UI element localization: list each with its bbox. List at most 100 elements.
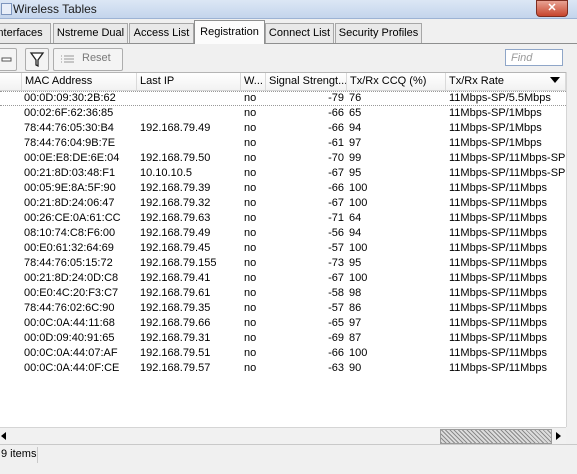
remove-button[interactable] — [0, 48, 17, 71]
tab-connect-list[interactable]: Connect List — [265, 23, 334, 43]
cell-ccq: 99 — [349, 152, 362, 164]
vertical-scrollbar[interactable] — [566, 72, 577, 427]
table-row[interactable]: 78:44:76:05:30:B4 192.168.79.49 no -66 94 11M… — [0, 121, 566, 136]
cell-mac: 00:02:6F:62:36:85 — [24, 107, 114, 119]
cell-mac: 00:21:8D:03:48:F1 — [24, 167, 116, 179]
column-header-ccq[interactable]: Tx/Rx CCQ (%) — [347, 73, 446, 90]
cell-signal: -67 — [328, 197, 344, 209]
cell-mac: 00:0E:E8:DE:6E:04 — [24, 152, 120, 164]
cell-w: no — [244, 302, 257, 314]
tab-interfaces[interactable]: Interfaces — [0, 23, 51, 43]
cell-w: no — [244, 107, 257, 119]
cell-rate: 11Mbps-SP/11Mbps — [449, 347, 548, 359]
cell-signal: -61 — [328, 137, 344, 149]
cell-ccq: 86 — [349, 302, 362, 314]
cell-mac: 78:44:76:05:15:72 — [24, 257, 113, 269]
table-row[interactable]: 00:05:9E:8A:5F:90 192.168.79.39 no -66 100 11… — [0, 181, 566, 196]
table-row[interactable]: 00:0E:E8:DE:6E:04 192.168.79.50 no -70 99 11M… — [0, 151, 566, 166]
reset-button[interactable]: Reset — [53, 48, 123, 71]
cell-signal: -67 — [328, 272, 344, 284]
cell-rate: 11Mbps-SP/1Mbps — [449, 107, 542, 119]
filter-icon — [29, 52, 45, 68]
cell-last-ip: 10.10.10.5 — [140, 167, 192, 179]
table-row[interactable]: 78:44:76:04:9B:7E no -61 97 11Mbps-SP/1Mbps — [0, 136, 566, 151]
table-row[interactable]: 00:02:6F:62:36:85 no -66 65 11Mbps-SP/1Mbps — [0, 106, 566, 121]
title-bar: Wireless Tables ✕ — [0, 0, 577, 19]
table-row[interactable]: 00:E0:61:32:64:69 192.168.79.45 no -57 100 11… — [0, 241, 566, 256]
column-header-rate[interactable]: Tx/Rx Rate — [446, 73, 566, 90]
cell-signal: -66 — [328, 347, 344, 359]
table-row[interactable]: 00:21:8D:03:48:F1 10.10.10.5 no -67 95 11Mbps… — [0, 166, 566, 181]
table-row[interactable]: 00:26:CE:0A:61:CC 192.168.79.63 no -71 64 11M… — [0, 211, 566, 226]
table-row[interactable]: 00:21:8D:24:06:47 192.168.79.32 no -67 100 11… — [0, 196, 566, 211]
cell-mac: 00:26:CE:0A:61:CC — [24, 212, 121, 224]
table-row[interactable]: 00:0C:0A:44:11:68 192.168.79.66 no -65 97 11M… — [0, 316, 566, 331]
cell-ccq: 100 — [349, 197, 368, 209]
cell-mac: 00:0D:09:30:2B:62 — [24, 92, 116, 104]
cell-mac: 00:21:8D:24:0D:C8 — [24, 272, 119, 284]
cell-signal: -79 — [328, 92, 344, 104]
status-divider — [37, 447, 38, 463]
cell-w: no — [244, 182, 257, 194]
cell-rate: 11Mbps-SP/11Mbps — [449, 242, 548, 254]
column-header-mac[interactable]: MAC Address — [22, 73, 137, 90]
status-bar: 9 items — [0, 444, 577, 465]
cell-last-ip: 192.168.79.41 — [140, 272, 211, 284]
cell-rate: 11Mbps-SP/11Mbps-SP — [449, 167, 566, 179]
cell-mac: 00:21:8D:24:06:47 — [24, 197, 115, 209]
table-row[interactable]: 00:21:8D:24:0D:C8 192.168.79.41 no -67 100 11… — [0, 271, 566, 286]
column-header-w[interactable]: W... — [241, 73, 266, 90]
column-header-last-ip[interactable]: Last IP — [137, 73, 241, 90]
cell-mac: 00:0D:09:40:91:65 — [24, 332, 115, 344]
horizontal-scrollbar[interactable] — [0, 427, 566, 444]
cell-last-ip: 192.168.79.39 — [140, 182, 211, 194]
scroll-right-icon[interactable] — [556, 432, 561, 440]
item-count: 9 items — [1, 448, 37, 460]
cell-w: no — [244, 362, 257, 374]
cell-rate: 11Mbps-SP/11Mbps — [449, 197, 548, 209]
minus-icon — [1, 57, 12, 62]
cell-mac: 78:44:76:02:6C:90 — [24, 302, 115, 314]
cell-ccq: 94 — [349, 227, 362, 239]
cell-w: no — [244, 152, 257, 164]
cell-w: no — [244, 122, 257, 134]
table-row[interactable]: 08:10:74:C8:F6:00 192.168.79.49 no -56 94 11M… — [0, 226, 566, 241]
filter-button[interactable] — [25, 48, 49, 71]
cell-w: no — [244, 257, 257, 269]
cell-signal: -66 — [328, 122, 344, 134]
cell-signal: -65 — [328, 317, 344, 329]
cell-ccq: 87 — [349, 332, 362, 344]
cell-last-ip: 192.168.79.49 — [140, 227, 211, 239]
table-row[interactable]: 00:0C:0A:44:07:AF 192.168.79.51 no -66 100 11… — [0, 346, 566, 361]
cell-mac: 08:10:74:C8:F6:00 — [24, 227, 116, 239]
cell-ccq: 95 — [349, 257, 362, 269]
cell-last-ip — [140, 106, 240, 121]
cell-ccq: 64 — [349, 212, 362, 224]
scroll-thumb[interactable] — [440, 429, 552, 444]
cell-ccq: 94 — [349, 122, 362, 134]
cell-signal: -69 — [328, 332, 344, 344]
table-row[interactable]: 00:0C:0A:44:0F:CE 192.168.79.57 no -63 90 11M… — [0, 361, 566, 376]
table-row[interactable]: 00:0D:09:30:2B:62 no -79 76 11Mbps-SP/5.5Mbp… — [0, 91, 566, 106]
cell-mac: 78:44:76:05:30:B4 — [24, 122, 114, 134]
cell-rate: 11Mbps-SP/11Mbps — [449, 287, 548, 299]
table-row[interactable]: 78:44:76:05:15:72 192.168.79.155 no -73 95 11… — [0, 256, 566, 271]
tab-registration[interactable]: Registration — [194, 20, 265, 44]
column-header-signal[interactable]: Signal Strengt... — [266, 73, 347, 90]
tab-nstreme-dual[interactable]: Nstreme Dual — [53, 23, 128, 43]
cell-ccq: 100 — [349, 242, 368, 254]
tab-security-profiles[interactable]: Security Profiles — [335, 23, 422, 43]
tab-access-list[interactable]: Access List — [129, 23, 194, 43]
table-row[interactable]: 00:E0:4C:20:F3:C7 192.168.79.61 no -58 98 11M… — [0, 286, 566, 301]
column-dropdown-icon[interactable] — [550, 77, 560, 83]
find-input[interactable]: Find — [505, 49, 563, 66]
cell-last-ip: 192.168.79.66 — [140, 317, 211, 329]
table-row[interactable]: 00:0D:09:40:91:65 192.168.79.31 no -69 87 11M… — [0, 331, 566, 346]
cell-signal: -67 — [328, 167, 344, 179]
cell-rate: 11Mbps-SP/11Mbps — [449, 332, 548, 344]
scroll-left-icon[interactable] — [1, 432, 6, 440]
close-button[interactable]: ✕ — [536, 0, 568, 17]
cell-last-ip: 192.168.79.63 — [140, 212, 211, 224]
column-header-select[interactable] — [0, 73, 22, 90]
table-row[interactable]: 78:44:76:02:6C:90 192.168.79.35 no -57 86 11M… — [0, 301, 566, 316]
